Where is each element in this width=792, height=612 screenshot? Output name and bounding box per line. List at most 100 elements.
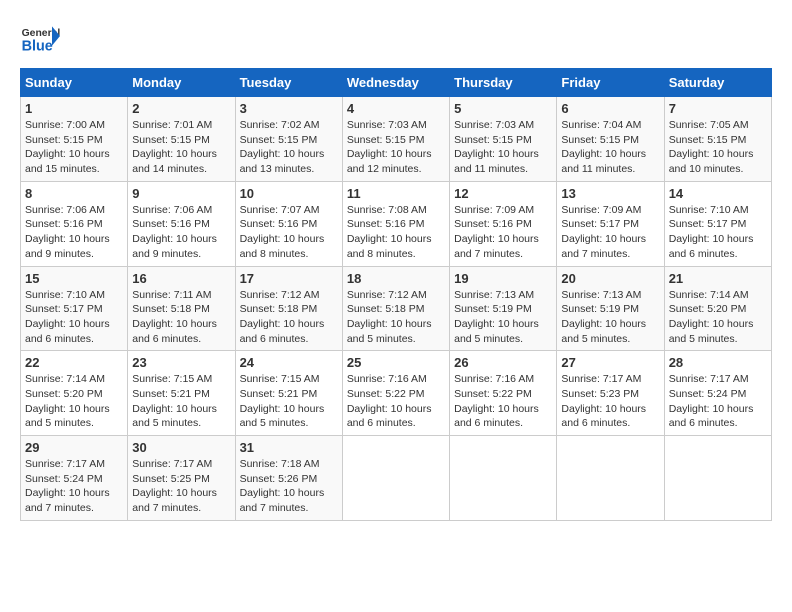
weekday-header-monday: Monday (128, 69, 235, 97)
logo: General Blue (20, 20, 64, 60)
day-info: Sunrise: 7:09 AM Sunset: 5:17 PM Dayligh… (561, 203, 659, 262)
weekday-header-row: SundayMondayTuesdayWednesdayThursdayFrid… (21, 69, 772, 97)
day-number: 13 (561, 186, 659, 201)
calendar-week-3: 15 Sunrise: 7:10 AM Sunset: 5:17 PM Dayli… (21, 266, 772, 351)
day-info: Sunrise: 7:16 AM Sunset: 5:22 PM Dayligh… (454, 372, 552, 431)
calendar-cell (450, 436, 557, 521)
calendar-cell: 21Sunrise: 7:14 AM Sunset: 5:20 PM Dayli… (664, 266, 771, 351)
calendar-cell: 30 Sunrise: 7:17 AM Sunset: 5:25 PM Dayli… (128, 436, 235, 521)
calendar-cell (342, 436, 449, 521)
day-info: Sunrise: 7:13 AM Sunset: 5:19 PM Dayligh… (561, 288, 659, 347)
day-info: Sunrise: 7:10 AM Sunset: 5:17 PM Dayligh… (669, 203, 767, 262)
day-info: Sunrise: 7:12 AM Sunset: 5:18 PM Dayligh… (240, 288, 338, 347)
day-number: 31 (240, 440, 338, 455)
weekday-header-sunday: Sunday (21, 69, 128, 97)
day-number: 10 (240, 186, 338, 201)
calendar-cell: 11 Sunrise: 7:08 AM Sunset: 5:16 PM Dayli… (342, 181, 449, 266)
calendar-cell (557, 436, 664, 521)
day-info: Sunrise: 7:03 AM Sunset: 5:15 PM Dayligh… (454, 118, 552, 177)
calendar-week-2: 8 Sunrise: 7:06 AM Sunset: 5:16 PM Daylig… (21, 181, 772, 266)
day-info: Sunrise: 7:14 AM Sunset: 5:20 PM Dayligh… (25, 372, 123, 431)
day-info: Sunrise: 7:13 AM Sunset: 5:19 PM Dayligh… (454, 288, 552, 347)
calendar-cell: 31 Sunrise: 7:18 AM Sunset: 5:26 PM Dayli… (235, 436, 342, 521)
calendar-week-4: 22Sunrise: 7:14 AM Sunset: 5:20 PM Dayli… (21, 351, 772, 436)
day-number: 30 (132, 440, 230, 455)
calendar-cell: 2 Sunrise: 7:01 AM Sunset: 5:15 PM Daylig… (128, 97, 235, 182)
calendar-table: SundayMondayTuesdayWednesdayThursdayFrid… (20, 68, 772, 521)
day-number: 2 (132, 101, 230, 116)
day-info: Sunrise: 7:17 AM Sunset: 5:24 PM Dayligh… (25, 457, 123, 516)
calendar-header: SundayMondayTuesdayWednesdayThursdayFrid… (21, 69, 772, 97)
day-info: Sunrise: 7:03 AM Sunset: 5:15 PM Dayligh… (347, 118, 445, 177)
day-number: 17 (240, 271, 338, 286)
calendar-cell (664, 436, 771, 521)
day-number: 9 (132, 186, 230, 201)
day-number: 18 (347, 271, 445, 286)
calendar-cell: 22Sunrise: 7:14 AM Sunset: 5:20 PM Dayli… (21, 351, 128, 436)
day-info: Sunrise: 7:08 AM Sunset: 5:16 PM Dayligh… (347, 203, 445, 262)
logo-icon: General Blue (20, 20, 60, 60)
day-info: Sunrise: 7:12 AM Sunset: 5:18 PM Dayligh… (347, 288, 445, 347)
calendar-cell: 23 Sunrise: 7:15 AM Sunset: 5:21 PM Dayli… (128, 351, 235, 436)
calendar-cell: 27Sunrise: 7:17 AM Sunset: 5:23 PM Dayli… (557, 351, 664, 436)
weekday-header-saturday: Saturday (664, 69, 771, 97)
calendar-cell: 10Sunrise: 7:07 AM Sunset: 5:16 PM Dayli… (235, 181, 342, 266)
calendar-cell: 3Sunrise: 7:02 AM Sunset: 5:15 PM Daylig… (235, 97, 342, 182)
day-number: 7 (669, 101, 767, 116)
calendar-cell: 18 Sunrise: 7:12 AM Sunset: 5:18 PM Dayli… (342, 266, 449, 351)
day-number: 27 (561, 355, 659, 370)
weekday-header-wednesday: Wednesday (342, 69, 449, 97)
day-info: Sunrise: 7:01 AM Sunset: 5:15 PM Dayligh… (132, 118, 230, 177)
day-info: Sunrise: 7:18 AM Sunset: 5:26 PM Dayligh… (240, 457, 338, 516)
calendar-cell: 12 Sunrise: 7:09 AM Sunset: 5:16 PM Dayli… (450, 181, 557, 266)
day-number: 6 (561, 101, 659, 116)
day-info: Sunrise: 7:10 AM Sunset: 5:17 PM Dayligh… (25, 288, 123, 347)
day-number: 8 (25, 186, 123, 201)
calendar-cell: 13 Sunrise: 7:09 AM Sunset: 5:17 PM Dayli… (557, 181, 664, 266)
calendar-cell: 7 Sunrise: 7:05 AM Sunset: 5:15 PM Daylig… (664, 97, 771, 182)
calendar-body: 1Sunrise: 7:00 AM Sunset: 5:15 PM Daylig… (21, 97, 772, 521)
day-info: Sunrise: 7:04 AM Sunset: 5:15 PM Dayligh… (561, 118, 659, 177)
calendar-cell: 24Sunrise: 7:15 AM Sunset: 5:21 PM Dayli… (235, 351, 342, 436)
calendar-cell: 25Sunrise: 7:16 AM Sunset: 5:22 PM Dayli… (342, 351, 449, 436)
day-number: 29 (25, 440, 123, 455)
day-info: Sunrise: 7:17 AM Sunset: 5:24 PM Dayligh… (669, 372, 767, 431)
calendar-cell: 28Sunrise: 7:17 AM Sunset: 5:24 PM Dayli… (664, 351, 771, 436)
day-number: 26 (454, 355, 552, 370)
day-number: 12 (454, 186, 552, 201)
page-header: General Blue (20, 20, 772, 60)
day-info: Sunrise: 7:17 AM Sunset: 5:25 PM Dayligh… (132, 457, 230, 516)
calendar-cell: 17 Sunrise: 7:12 AM Sunset: 5:18 PM Dayli… (235, 266, 342, 351)
day-number: 23 (132, 355, 230, 370)
calendar-week-1: 1Sunrise: 7:00 AM Sunset: 5:15 PM Daylig… (21, 97, 772, 182)
day-number: 16 (132, 271, 230, 286)
calendar-cell: 1Sunrise: 7:00 AM Sunset: 5:15 PM Daylig… (21, 97, 128, 182)
svg-text:Blue: Blue (22, 38, 53, 54)
day-number: 15 (25, 271, 123, 286)
day-info: Sunrise: 7:02 AM Sunset: 5:15 PM Dayligh… (240, 118, 338, 177)
calendar-cell: 6 Sunrise: 7:04 AM Sunset: 5:15 PM Daylig… (557, 97, 664, 182)
calendar-cell: 29 Sunrise: 7:17 AM Sunset: 5:24 PM Dayli… (21, 436, 128, 521)
weekday-header-friday: Friday (557, 69, 664, 97)
day-info: Sunrise: 7:06 AM Sunset: 5:16 PM Dayligh… (25, 203, 123, 262)
calendar-cell: 8 Sunrise: 7:06 AM Sunset: 5:16 PM Daylig… (21, 181, 128, 266)
day-info: Sunrise: 7:15 AM Sunset: 5:21 PM Dayligh… (132, 372, 230, 431)
calendar-cell: 26 Sunrise: 7:16 AM Sunset: 5:22 PM Dayli… (450, 351, 557, 436)
day-info: Sunrise: 7:06 AM Sunset: 5:16 PM Dayligh… (132, 203, 230, 262)
calendar-cell: 15 Sunrise: 7:10 AM Sunset: 5:17 PM Dayli… (21, 266, 128, 351)
calendar-cell: 4 Sunrise: 7:03 AM Sunset: 5:15 PM Daylig… (342, 97, 449, 182)
day-number: 19 (454, 271, 552, 286)
day-number: 4 (347, 101, 445, 116)
calendar-week-5: 29 Sunrise: 7:17 AM Sunset: 5:24 PM Dayli… (21, 436, 772, 521)
day-number: 25 (347, 355, 445, 370)
day-number: 5 (454, 101, 552, 116)
weekday-header-thursday: Thursday (450, 69, 557, 97)
day-number: 24 (240, 355, 338, 370)
day-info: Sunrise: 7:05 AM Sunset: 5:15 PM Dayligh… (669, 118, 767, 177)
day-number: 11 (347, 186, 445, 201)
calendar-cell: 16Sunrise: 7:11 AM Sunset: 5:18 PM Dayli… (128, 266, 235, 351)
day-info: Sunrise: 7:09 AM Sunset: 5:16 PM Dayligh… (454, 203, 552, 262)
calendar-cell: 9 Sunrise: 7:06 AM Sunset: 5:16 PM Daylig… (128, 181, 235, 266)
calendar-cell: 5 Sunrise: 7:03 AM Sunset: 5:15 PM Daylig… (450, 97, 557, 182)
day-number: 1 (25, 101, 123, 116)
